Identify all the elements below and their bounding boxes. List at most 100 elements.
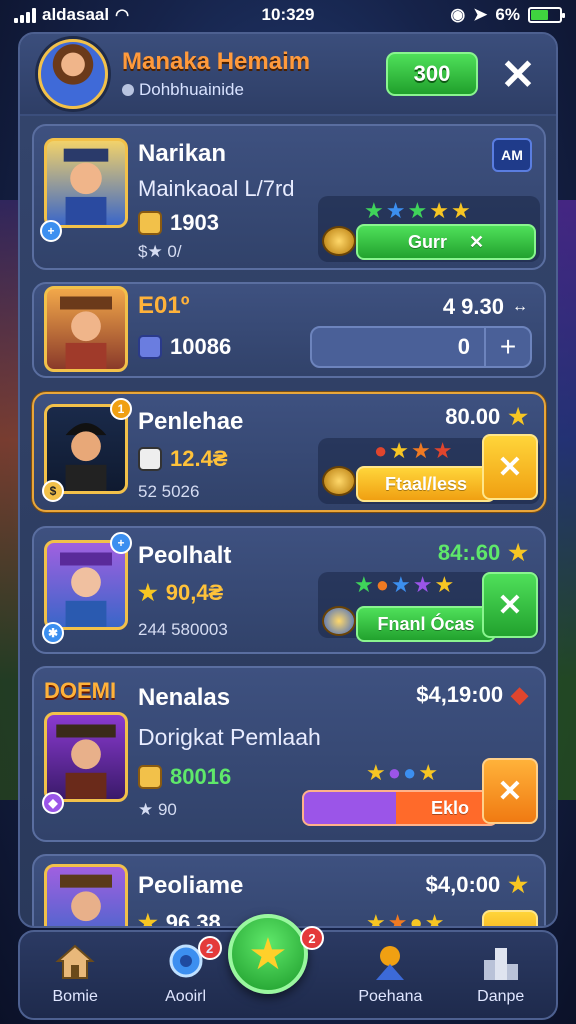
item-price: $4,19:00 (416, 682, 504, 707)
close-icon[interactable]: ✕ (482, 572, 538, 638)
item-price: 80.00 (445, 404, 501, 429)
dice-icon (138, 447, 162, 471)
podium-icon (480, 942, 522, 982)
player-avatar[interactable] (38, 39, 108, 109)
item-name: E01º (138, 292, 190, 319)
level-badge: 1 (110, 398, 132, 420)
character-portrait (44, 286, 128, 372)
gem-badge-icon: ◆ (42, 792, 64, 814)
list-item-6[interactable]: Peoliame ★ 96 38 $4,0:00 ★ ★ ★ ● ★ (32, 854, 546, 928)
treasure-icon (138, 765, 162, 789)
character-icon: ● (375, 572, 390, 597)
star-icon: ★ (418, 760, 439, 785)
stepper-value: 0 (457, 334, 470, 359)
nav-item-ranking[interactable]: Danpe (453, 942, 549, 1006)
item-price: 84:.60 (437, 540, 501, 565)
coins-button[interactable]: 300 (386, 52, 478, 96)
rating-stars: ● ★ ★ ★ (374, 440, 453, 462)
list-item-1[interactable]: + Narikan Mainkaoal L/7rd 1903 $★ 0/ AM … (32, 124, 546, 270)
close-icon[interactable]: ✕ (482, 434, 538, 500)
alarm-icon: ◉ (450, 5, 466, 24)
star-icon: ★ (248, 929, 288, 979)
star-icon: ★ (508, 872, 528, 897)
list-item-2[interactable]: E01º 10086 4 9.30 ↔ 0 + (32, 282, 546, 378)
star-icon: ★ (450, 198, 471, 223)
character-portrait (44, 712, 128, 802)
player-name: Manaka Hemaim (122, 48, 311, 75)
item-value: 80016 (170, 764, 232, 789)
list-item-5[interactable]: DOEMI ◆ Nenalas Dorigkat Pemlaah 80016 ★… (32, 666, 546, 842)
nav-item-home[interactable]: Bomie (27, 942, 123, 1006)
star-icon: ★ (138, 580, 158, 605)
item-tag: DOEMI (44, 678, 117, 703)
coin-icon (322, 226, 356, 256)
player-subtitle: Dohbhuainide (139, 80, 244, 99)
character-icon: ● (403, 760, 417, 785)
home-icon (54, 942, 96, 982)
star-icon: ★ (354, 572, 374, 597)
signal-icon (14, 7, 36, 23)
nav-label: Danpe (477, 988, 525, 1005)
item-price: $4,0:00 (425, 872, 501, 897)
item-name: Nenalas (138, 684, 231, 711)
star-icon: ★ (407, 198, 428, 223)
status-bar: aldasaal ◠ 10:329 ◉ ➤ 6% (0, 0, 576, 30)
star-icon: ★ (391, 572, 411, 597)
item-name: Penlehae (138, 408, 244, 435)
item-small: ★ 90 (138, 800, 177, 819)
star-icon: ★ (389, 438, 410, 463)
carrier-name: aldasaal (42, 5, 110, 24)
item-price: 4 9.30 (442, 294, 504, 319)
coin-badge-icon: $ (42, 480, 64, 502)
rating-stars: ★ ★ ★ ★ ★ (364, 200, 471, 222)
list-item-4[interactable]: + ✱ Peolhalt ★ 90,4₴ 244 580003 84:.60 ★ ★… (32, 526, 546, 654)
nav-label: Poehana (358, 988, 423, 1005)
character-icon (369, 942, 411, 982)
item-value: 1903 (170, 210, 219, 235)
star-icon: ★ (364, 198, 384, 223)
item-value: 12.4₴ (170, 446, 228, 471)
star-icon: ★ (138, 910, 158, 928)
star-icon: ★ (366, 760, 386, 785)
status-dot-icon (122, 84, 134, 96)
close-icon[interactable]: ✕ (482, 758, 538, 824)
panel-header: Manaka Hemaim Dohbhuainide 300 ✕ (20, 34, 556, 116)
character-portrait (44, 540, 128, 630)
device-icon (138, 335, 162, 359)
center-play-button[interactable]: ★ (228, 914, 308, 994)
action-button[interactable] (482, 910, 538, 926)
quantity-stepper[interactable]: 0 + (310, 326, 532, 368)
coin-icon (322, 606, 356, 636)
location-icon: ➤ (473, 5, 488, 24)
notification-badge: 2 (197, 936, 222, 960)
star-icon: ★ (385, 198, 406, 223)
item-subtitle: Dorigkat Pemlaah (138, 724, 321, 750)
nav-label: Aooirl (165, 988, 207, 1005)
item-value: 96 38 (165, 910, 221, 928)
wifi-icon: ◠ (115, 7, 130, 24)
list-item-3[interactable]: 1 $ Penlehae 12.4₴ 52 5026 80.00 ★ ● ★ ★ ★ F… (32, 392, 546, 512)
close-icon[interactable]: ✕ (494, 50, 542, 98)
battery-percent: 6% (495, 5, 520, 24)
coin-icon (322, 466, 356, 496)
chest-icon (138, 211, 162, 235)
nav-label: Bomie (52, 988, 98, 1005)
star-icon: ★ (429, 198, 449, 223)
plus-icon[interactable]: + (484, 328, 530, 366)
action-button[interactable]: Eklo (302, 790, 498, 826)
star-icon: ★ (508, 540, 528, 565)
action-button[interactable]: Ftaal/less (356, 466, 496, 502)
nav-item-chat[interactable]: 2 Aooirl (138, 936, 234, 1006)
star-icon: ★ (432, 438, 453, 463)
nav-item-characters[interactable]: Poehana (342, 942, 438, 1006)
action-button[interactable]: Gurr ✕ (356, 224, 536, 260)
status-time: 10:329 (261, 5, 315, 24)
center-notification-badge: 2 (300, 926, 324, 950)
plus-badge-icon: + (110, 532, 132, 554)
bluetooth-badge-icon: ✱ (42, 622, 64, 644)
main-panel: Manaka Hemaim Dohbhuainide 300 ✕ + Narik… (18, 32, 558, 928)
item-small: 244 580003 (138, 620, 228, 639)
item-subtitle: Mainkaoal L/7rd (138, 176, 295, 201)
action-button[interactable]: Fnanl Ócas (356, 606, 496, 642)
character-portrait (44, 138, 128, 228)
